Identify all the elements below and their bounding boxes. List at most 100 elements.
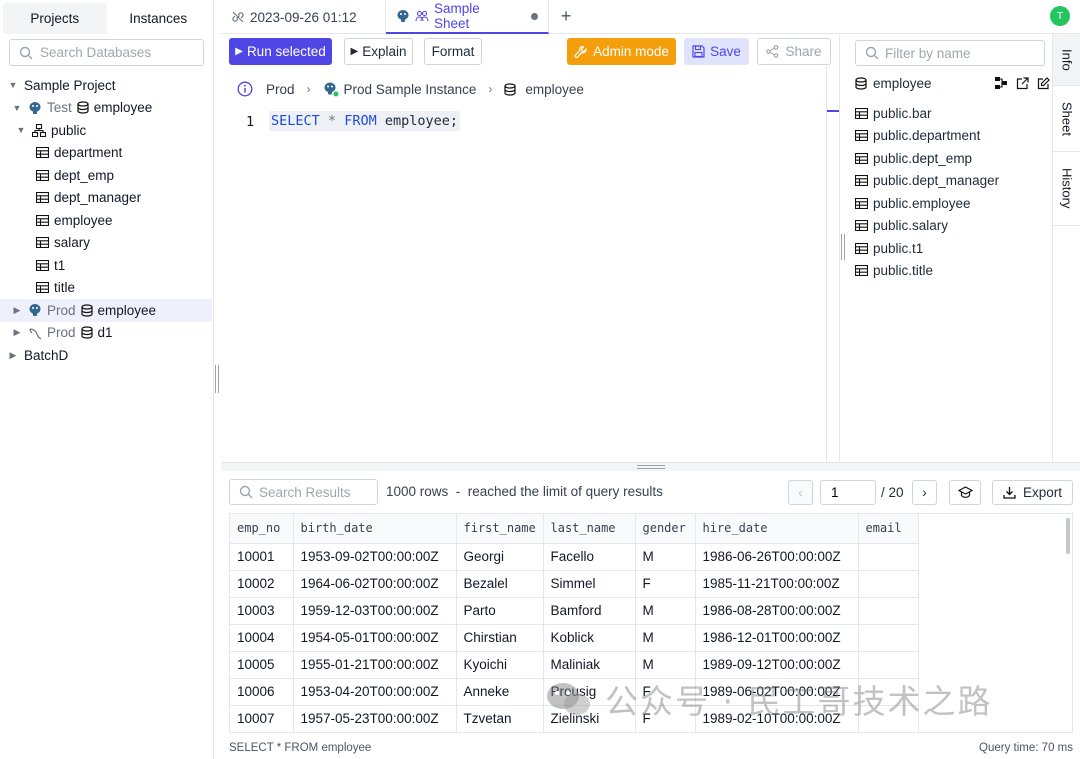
add-tab-button[interactable]: + bbox=[549, 0, 583, 33]
cell[interactable] bbox=[858, 705, 919, 732]
cell[interactable]: 1964-06-02T00:00:00Z bbox=[293, 570, 457, 598]
table-row[interactable]: 10005 1955-01-21T00:00:00Z Kyoichi Maliniak… bbox=[230, 651, 919, 679]
tree-table-title[interactable]: title bbox=[0, 277, 213, 300]
left-panel-resize-handle[interactable] bbox=[215, 365, 219, 393]
prev-page-button[interactable]: ‹ bbox=[788, 480, 813, 505]
cell[interactable]: Maliniak bbox=[543, 651, 636, 679]
cell[interactable]: Georgi bbox=[456, 543, 544, 571]
tab-sheet-1[interactable]: 2023-09-26 01:12 bbox=[221, 0, 386, 34]
schema-table-item[interactable]: public.employee bbox=[855, 192, 971, 214]
tab-instances[interactable]: Instances bbox=[107, 3, 211, 34]
cell[interactable]: F bbox=[635, 705, 696, 732]
cell[interactable] bbox=[858, 678, 919, 706]
schema-table-item[interactable]: public.bar bbox=[855, 102, 932, 124]
tree-table-department[interactable]: department bbox=[0, 142, 213, 165]
results-search[interactable] bbox=[229, 479, 378, 505]
diagram-icon[interactable] bbox=[994, 76, 1008, 90]
cell[interactable] bbox=[858, 597, 919, 625]
tree-node-schema-public[interactable]: ▼ public bbox=[0, 119, 213, 142]
unsaved-dot-icon[interactable] bbox=[531, 12, 538, 20]
tree-node-batchd[interactable]: ▶ BatchD bbox=[0, 344, 213, 367]
run-selected-button[interactable]: ▶ Run selected bbox=[229, 38, 332, 65]
cell[interactable]: 1959-12-03T00:00:00Z bbox=[293, 597, 457, 625]
breadcrumb-database[interactable]: employee bbox=[525, 82, 584, 97]
column-header-email[interactable]: email bbox=[858, 514, 919, 544]
tab-sample-sheet[interactable]: Sample Sheet bbox=[386, 0, 549, 34]
cell[interactable]: Kyoichi bbox=[456, 651, 544, 679]
tree-table-dept-emp[interactable]: dept_emp bbox=[0, 164, 213, 187]
filter-search[interactable] bbox=[855, 40, 1045, 66]
table-row[interactable]: 10007 1957-05-23T00:00:00Z Tzvetan Zielinsk… bbox=[230, 705, 919, 732]
cell[interactable]: 10002 bbox=[230, 570, 294, 598]
cell[interactable] bbox=[858, 543, 919, 571]
cell[interactable]: 10007 bbox=[230, 705, 294, 732]
caret-right-icon[interactable]: ▶ bbox=[12, 305, 22, 316]
cell[interactable]: F bbox=[635, 678, 696, 706]
cell[interactable] bbox=[858, 624, 919, 652]
results-resize-handle[interactable] bbox=[221, 462, 1080, 471]
cell[interactable] bbox=[858, 651, 919, 679]
caret-right-icon[interactable]: ▶ bbox=[8, 350, 18, 361]
cell[interactable]: 1953-04-20T00:00:00Z bbox=[293, 678, 457, 706]
column-header-last-name[interactable]: last_name bbox=[543, 514, 636, 544]
sql-editor[interactable]: 1 SELECT * FROM employee; bbox=[221, 108, 827, 462]
column-header-hire-date[interactable]: hire_date bbox=[695, 514, 859, 544]
cell[interactable]: M bbox=[635, 624, 696, 652]
cell[interactable]: 1989-09-12T00:00:00Z bbox=[695, 651, 859, 679]
vertical-scrollbar[interactable] bbox=[1066, 518, 1070, 554]
cell[interactable]: 1953-09-02T00:00:00Z bbox=[293, 543, 457, 571]
cell[interactable]: 1955-01-21T00:00:00Z bbox=[293, 651, 457, 679]
caret-down-icon[interactable]: ▼ bbox=[12, 103, 22, 113]
column-header-emp-no[interactable]: emp_no bbox=[230, 514, 294, 544]
cell[interactable]: M bbox=[635, 597, 696, 625]
search-results-input[interactable] bbox=[259, 484, 369, 500]
cell[interactable] bbox=[858, 570, 919, 598]
cell[interactable]: Anneke bbox=[456, 678, 544, 706]
schema-table-item[interactable]: public.salary bbox=[855, 215, 948, 237]
page-input[interactable] bbox=[820, 480, 876, 505]
cell[interactable]: 10004 bbox=[230, 624, 294, 652]
cell[interactable]: 1954-05-01T00:00:00Z bbox=[293, 624, 457, 652]
tree-table-dept-manager[interactable]: dept_manager bbox=[0, 187, 213, 210]
info-icon[interactable] bbox=[237, 81, 253, 97]
breadcrumb-instance[interactable]: Prod Sample Instance bbox=[344, 82, 477, 97]
admin-mode-button[interactable]: Admin mode bbox=[567, 38, 676, 65]
database-search[interactable] bbox=[9, 39, 204, 66]
cell[interactable]: F bbox=[635, 570, 696, 598]
column-header-gender[interactable]: gender bbox=[635, 514, 696, 544]
cell[interactable]: Facello bbox=[543, 543, 636, 571]
tree-node-prod-mysql[interactable]: ▶ Prod d1 bbox=[0, 322, 213, 345]
cell[interactable]: 1986-08-28T00:00:00Z bbox=[695, 597, 859, 625]
caret-down-icon[interactable]: ▼ bbox=[16, 125, 26, 135]
breadcrumb-env[interactable]: Prod bbox=[266, 82, 295, 97]
caret-down-icon[interactable]: ▼ bbox=[8, 80, 18, 90]
cell[interactable]: 1989-06-02T00:00:00Z bbox=[695, 678, 859, 706]
external-link-icon[interactable] bbox=[1016, 76, 1029, 90]
tree-table-t1[interactable]: t1 bbox=[0, 254, 213, 277]
cell[interactable]: 1985-11-21T00:00:00Z bbox=[695, 570, 859, 598]
cell[interactable]: 1986-06-26T00:00:00Z bbox=[695, 543, 859, 571]
next-page-button[interactable]: › bbox=[912, 480, 937, 505]
share-button[interactable]: Share bbox=[757, 38, 831, 65]
schema-table-item[interactable]: public.dept_emp bbox=[855, 147, 972, 169]
tree-node-prod-env[interactable]: ▶ Prod employee bbox=[0, 299, 212, 322]
tab-projects[interactable]: Projects bbox=[3, 3, 107, 34]
save-button[interactable]: Save bbox=[684, 38, 749, 65]
schema-table-item[interactable]: public.department bbox=[855, 125, 980, 147]
table-row[interactable]: 10004 1954-05-01T00:00:00Z Chirstian Koblic… bbox=[230, 624, 919, 652]
cell[interactable]: M bbox=[635, 651, 696, 679]
cell[interactable]: Bezalel bbox=[456, 570, 544, 598]
tree-node-test-env[interactable]: ▼ Test employee bbox=[0, 97, 213, 120]
cell[interactable]: 10001 bbox=[230, 543, 294, 571]
table-row[interactable]: 10006 1953-04-20T00:00:00Z Anneke Preusig F 1… bbox=[230, 678, 919, 706]
search-databases-input[interactable] bbox=[40, 45, 190, 60]
table-row[interactable]: 10001 1953-09-02T00:00:00Z Georgi Facello M 1… bbox=[230, 543, 919, 571]
cell[interactable]: 10006 bbox=[230, 678, 294, 706]
column-header-first-name[interactable]: first_name bbox=[456, 514, 544, 544]
edit-icon[interactable] bbox=[1037, 76, 1050, 90]
schema-table-item[interactable]: public.dept_manager bbox=[855, 170, 999, 192]
cell[interactable]: 1986-12-01T00:00:00Z bbox=[695, 624, 859, 652]
cell[interactable]: 1989-02-10T00:00:00Z bbox=[695, 705, 859, 732]
cell[interactable]: Koblick bbox=[543, 624, 636, 652]
avatar[interactable]: T bbox=[1050, 6, 1070, 26]
